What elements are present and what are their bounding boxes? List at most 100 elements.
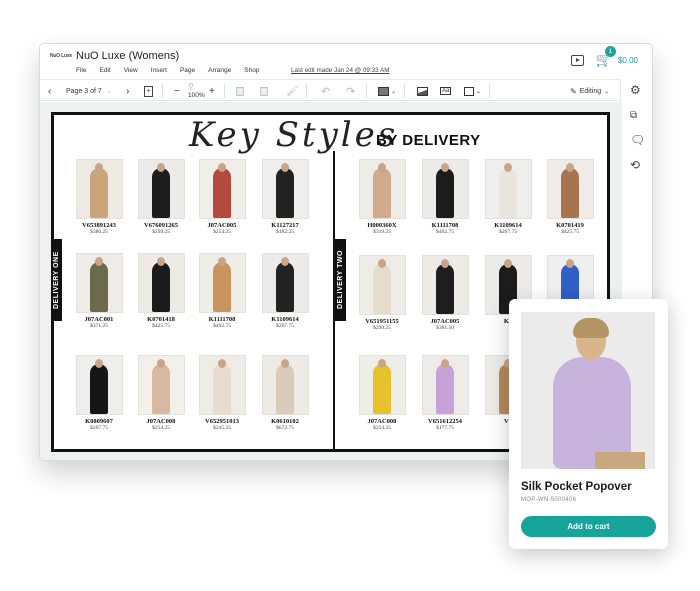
zoom-in-icon[interactable]: +	[209, 80, 215, 102]
editing-mode-selector[interactable]: ✎ Editing ⌄	[570, 80, 609, 102]
product-tile[interactable]: J07AC001 $371.25	[71, 253, 127, 329]
product-thumbnail-head	[378, 163, 386, 172]
comment-icon[interactable]: 🗨	[630, 134, 645, 146]
product-tile[interactable]: K1109614 $267.75	[480, 159, 536, 235]
menu-edit[interactable]: Edit	[99, 67, 110, 74]
product-sku-label: K0701419	[556, 222, 584, 229]
product-thumbnail	[137, 253, 185, 313]
product-thumbnail-head	[281, 163, 289, 172]
menu-page[interactable]: Page	[180, 67, 195, 74]
product-tile[interactable]: K1127217 $182.25	[257, 159, 313, 235]
product-tile[interactable]: K0701418 $425.75	[133, 253, 189, 329]
cart-icon[interactable]: 🛒 1	[596, 46, 616, 68]
product-tile[interactable]: V676091265 $299.25	[133, 159, 189, 235]
redo-icon[interactable]: ↷	[346, 80, 355, 102]
cart-total[interactable]: $0.00	[618, 56, 638, 65]
history-icon[interactable]: ⟲	[630, 159, 640, 171]
prev-page-icon[interactable]: ‹	[48, 80, 51, 102]
product-tile[interactable]: K0610102 $672.75	[257, 355, 313, 431]
product-thumbnail-figure	[373, 168, 391, 218]
menu-insert[interactable]: Insert	[151, 67, 167, 74]
app-logo: NuO Luxe	[50, 53, 73, 59]
product-thumbnail-figure	[373, 364, 391, 414]
product-tile[interactable]: J07AC005 $254.25	[194, 159, 250, 235]
menu-file[interactable]: File	[76, 67, 86, 74]
product-thumbnail-figure	[373, 264, 391, 314]
product-price-label: $672.75	[276, 425, 294, 431]
product-price-label: $267.75	[90, 425, 108, 431]
product-thumbnail-head	[95, 257, 103, 266]
menu-view[interactable]: View	[124, 67, 138, 74]
product-sku-label: K1109614	[271, 316, 299, 323]
product-thumbnail-figure	[90, 364, 108, 414]
product-tile[interactable]: K0701419 $425.75	[542, 159, 598, 235]
next-page-icon[interactable]: ›	[126, 80, 129, 102]
product-price-label: $177.75	[436, 425, 454, 431]
product-tile[interactable]: V652951013 $245.25	[194, 355, 250, 431]
copy-icon[interactable]	[236, 80, 244, 102]
product-thumbnail-figure	[213, 364, 231, 414]
paste-icon[interactable]	[260, 80, 268, 102]
shape-icon[interactable]: ⌄	[464, 80, 481, 102]
last-edit-link[interactable]: Last edit made Jan 24 @ 09:33 AM	[291, 67, 389, 74]
zoom-out-icon[interactable]: −	[174, 80, 180, 102]
product-thumbnail-figure	[152, 262, 170, 312]
product-photo[interactable]	[521, 312, 655, 469]
product-sku-label: V651612254	[428, 418, 462, 425]
product-tile[interactable]: J07AC005 $381.50	[417, 255, 473, 331]
frame-icon[interactable]: ⧉	[630, 110, 637, 122]
product-tile[interactable]: K1109614 $267.75	[257, 253, 313, 329]
text-icon[interactable]: Aa	[440, 80, 452, 102]
product-thumbnail-head	[218, 257, 226, 266]
product-thumbnail-head	[95, 163, 103, 172]
product-price-label: $245.25	[213, 425, 231, 431]
product-price-label: $254.25	[152, 425, 170, 431]
product-tile[interactable]: V651612254 $177.75	[417, 355, 473, 431]
product-thumbnail-figure	[90, 168, 108, 218]
document-title[interactable]: NuO Luxe (Womens)	[76, 50, 179, 62]
product-thumbnail	[421, 159, 469, 219]
product-sku-label: J07AC005	[430, 318, 460, 325]
menu-arrange[interactable]: Arrange	[208, 67, 231, 74]
add-page-icon[interactable]: +	[144, 80, 153, 102]
page-title-script: Key Styles	[189, 115, 399, 155]
product-tile[interactable]: H000360X $319.25	[354, 159, 410, 235]
page-selector[interactable]: Page 3 of 7 ⌄	[66, 80, 112, 102]
product-thumbnail	[198, 355, 246, 415]
menu-shop[interactable]: Shop	[244, 67, 259, 74]
product-thumbnail	[261, 253, 309, 313]
undo-icon[interactable]: ↶	[321, 80, 330, 102]
product-thumbnail	[198, 253, 246, 313]
product-tile[interactable]: J07AC008 $254.25	[133, 355, 189, 431]
product-thumbnail	[75, 159, 123, 219]
product-sku-label: K0809607	[85, 418, 113, 425]
product-thumbnail	[358, 159, 406, 219]
product-thumbnail-figure	[276, 364, 294, 414]
product-photo-pants	[595, 452, 645, 469]
product-price-label: $299.25	[373, 325, 391, 331]
product-sku-label: K1127217	[271, 222, 299, 229]
product-tile[interactable]: K0809607 $267.75	[71, 355, 127, 431]
product-tile[interactable]: V653891243 $380.25	[71, 159, 127, 235]
format-painter-icon[interactable]: 🖌	[286, 80, 299, 102]
product-tile[interactable]: K1111708 $402.75	[194, 253, 250, 329]
image-icon[interactable]	[417, 80, 428, 102]
product-sku: MOP-WN-5000406	[521, 497, 577, 503]
product-thumbnail	[75, 355, 123, 415]
product-tile[interactable]: J07AC008 $254.25	[354, 355, 410, 431]
product-price-label: $254.25	[373, 425, 391, 431]
product-thumbnail	[358, 355, 406, 415]
add-to-cart-button[interactable]: Add to cart	[521, 516, 656, 537]
toolbar-divider	[366, 84, 367, 98]
product-thumbnail-head	[504, 163, 512, 172]
title-bar: NuO Luxe NuO Luxe (Womens) File Edit Vie…	[40, 44, 652, 76]
gear-icon[interactable]: ⚙	[630, 84, 641, 96]
product-price-label: $425.75	[152, 323, 170, 329]
present-icon[interactable]	[570, 54, 584, 66]
layout-icon[interactable]: ⌄	[378, 80, 396, 102]
product-tile[interactable]: K1111708 $402.75	[417, 159, 473, 235]
product-thumbnail	[546, 159, 594, 219]
product-thumbnail-figure	[499, 168, 517, 218]
product-tile[interactable]: V651951155 $299.25	[354, 255, 410, 331]
product-sku-label: K1111708	[208, 316, 236, 323]
